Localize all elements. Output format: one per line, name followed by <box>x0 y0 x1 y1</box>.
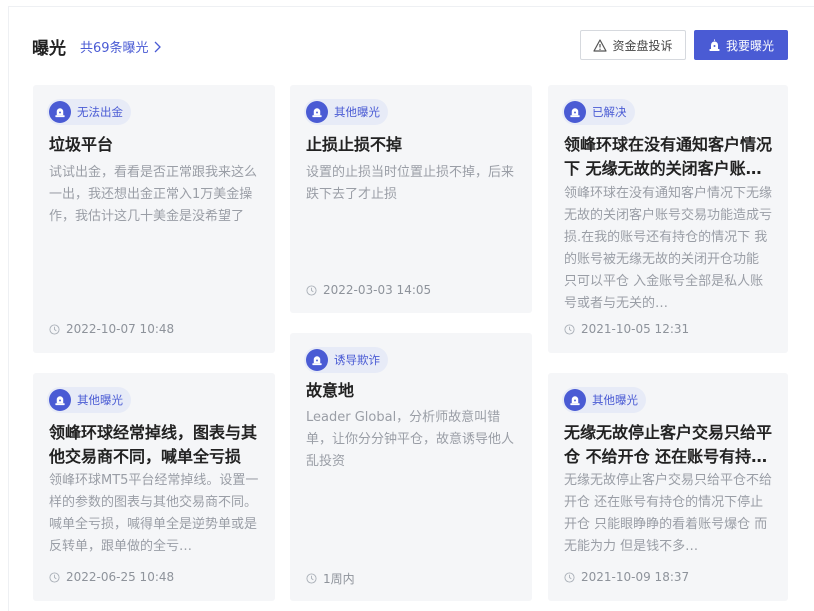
category-badge: 已解决 <box>562 99 635 125</box>
exposure-card[interactable]: 其他曝光 止损止损不掉 设置的止损当时位置止损不掉，后来跌下去了才止损 2022… <box>290 85 532 313</box>
category-label: 已解决 <box>592 105 627 119</box>
exposure-card[interactable]: 无法出金 垃圾平台 试试出金，看看是否正常跟我来这么一出，我还想出金正常入1万美… <box>33 85 275 353</box>
card-description: Leader Global，分析师故意叫错单，让你分分钟平仓，故意诱导他人乱投资 <box>306 410 515 469</box>
card-description: 无缘无故停止客户交易只给平仓不给开仓 还在账号有持仓的情况下停止开仓 只能眼睁睁… <box>564 473 773 554</box>
exposure-card[interactable]: 其他曝光 领峰环球经常掉线，图表与其他交易商不同，喊单全亏损 领峰环球MT5平台… <box>33 373 275 601</box>
chevron-right-icon <box>154 41 161 52</box>
exposure-header: 曝光 共69条曝光 资金盘投诉 我要曝光 <box>32 30 788 60</box>
fund-complaint-button[interactable]: 资金盘投诉 <box>580 30 686 60</box>
category-badge: 其他曝光 <box>47 387 131 413</box>
clock-icon <box>564 323 575 335</box>
card-timestamp: 2021-10-09 18:37 <box>564 570 689 584</box>
exposure-count-label: 共69条曝光 <box>80 41 149 56</box>
category-label: 其他曝光 <box>334 105 380 119</box>
card-title[interactable]: 故意地 <box>306 379 516 403</box>
card-title[interactable]: 垃圾平台 <box>49 133 259 157</box>
card-title[interactable]: 止损止损不掉 <box>306 133 516 157</box>
exposure-card[interactable]: 诱导欺诈 故意地 Leader Global，分析师故意叫错单，让你分分钟平仓，… <box>290 333 532 601</box>
card-time-text: 2022-03-03 14:05 <box>323 283 432 297</box>
alarm-icon <box>709 39 720 51</box>
fund-complaint-label: 资金盘投诉 <box>612 38 673 53</box>
expose-button[interactable]: 我要曝光 <box>694 30 788 60</box>
card-description: 试试出金，看看是否正常跟我来这么一出，我还想出金正常入1万美金操作，我估计这几十… <box>49 165 258 224</box>
category-label: 诱导欺诈 <box>334 353 380 367</box>
clock-icon <box>49 323 60 335</box>
card-description: 领峰环球在没有通知客户情况下无缘无故的关闭客户账号交易功能造成亏损.在我的账号还… <box>564 186 773 311</box>
card-time-text: 2022-06-25 10:48 <box>66 570 175 584</box>
expose-label: 我要曝光 <box>725 38 774 53</box>
alarm-icon <box>564 101 586 123</box>
category-badge: 诱导欺诈 <box>304 347 388 373</box>
card-time-text: 1周内 <box>323 572 355 586</box>
clock-icon <box>49 571 60 583</box>
warning-icon <box>593 38 608 52</box>
clock-icon <box>306 284 317 296</box>
category-badge: 其他曝光 <box>562 387 646 413</box>
card-time-text: 2021-10-05 12:31 <box>581 322 690 336</box>
page-title: 曝光 <box>32 39 66 59</box>
card-title[interactable]: 领峰环球经常掉线，图表与其他交易商不同，喊单全亏损 <box>49 421 259 469</box>
exposure-card[interactable]: 已解决 领峰环球在没有通知客户情况下 无缘无故的关闭客户账… 领峰环球在没有通知… <box>548 85 788 353</box>
clock-icon <box>306 573 317 584</box>
exposure-card[interactable]: 其他曝光 无缘无故停止客户交易只给平仓 不给开仓 还在账号有持… 无缘无故停止客… <box>548 373 788 601</box>
clock-icon <box>564 571 575 583</box>
card-time-text: 2021-10-09 18:37 <box>581 570 690 584</box>
card-timestamp: 2022-03-03 14:05 <box>306 283 431 297</box>
category-label: 其他曝光 <box>592 393 638 407</box>
card-title[interactable]: 无缘无故停止客户交易只给平仓 不给开仓 还在账号有持… <box>564 421 772 469</box>
alarm-icon <box>564 389 586 411</box>
category-badge: 其他曝光 <box>304 99 388 125</box>
card-timestamp: 1周内 <box>306 570 355 587</box>
category-label: 其他曝光 <box>77 393 123 407</box>
category-badge: 无法出金 <box>47 99 131 125</box>
card-description: 领峰环球MT5平台经常掉线。设置一样的参数的图表与其他交易商不同。喊单全亏损，喊… <box>49 473 259 554</box>
category-label: 无法出金 <box>77 105 123 119</box>
alarm-icon <box>49 101 71 123</box>
alarm-icon <box>306 101 328 123</box>
alarm-icon <box>306 349 328 371</box>
card-time-text: 2022-10-07 10:48 <box>66 322 175 336</box>
card-timestamp: 2021-10-05 12:31 <box>564 322 689 336</box>
card-timestamp: 2022-06-25 10:48 <box>49 570 174 584</box>
card-description: 设置的止损当时位置止损不掉，后来跌下去了才止损 <box>306 165 515 202</box>
card-title[interactable]: 领峰环球在没有通知客户情况下 无缘无故的关闭客户账… <box>564 133 772 181</box>
exposure-count-link[interactable]: 共69条曝光 <box>80 37 162 56</box>
card-timestamp: 2022-10-07 10:48 <box>49 322 174 336</box>
alarm-icon <box>49 389 71 411</box>
